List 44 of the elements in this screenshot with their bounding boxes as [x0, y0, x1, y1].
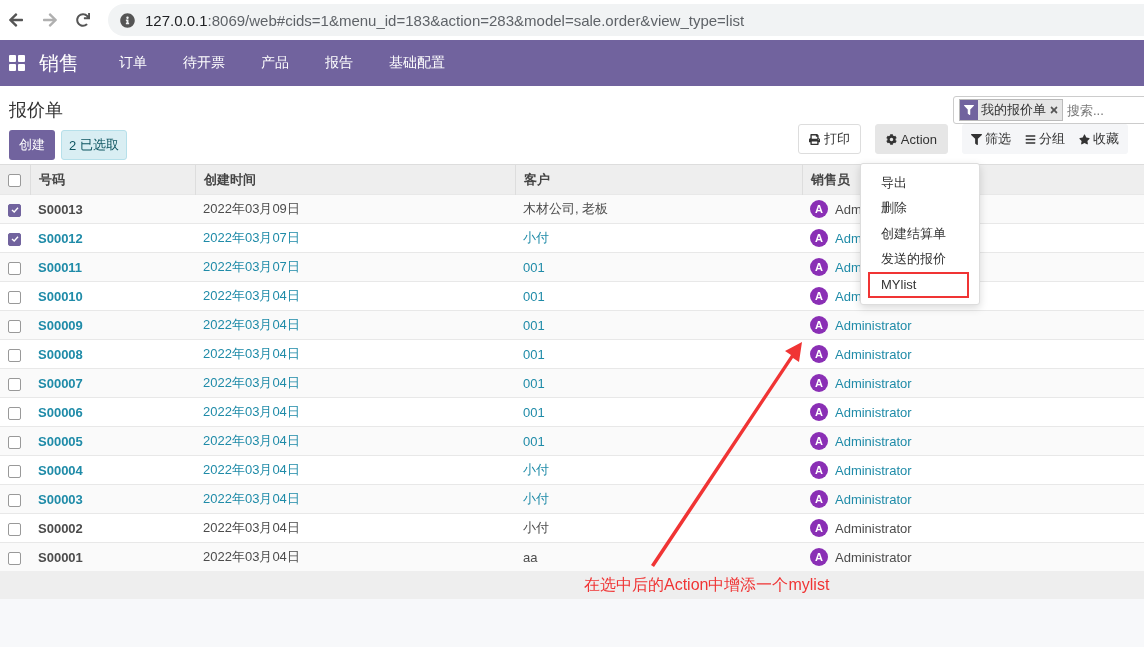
salesperson-name: Administrator: [835, 404, 912, 420]
customer-cell: 小付: [515, 223, 802, 253]
avatar: A: [810, 200, 828, 218]
url-host: 127.0.0.1: [145, 11, 208, 29]
date-cell: 2022年03月04日: [195, 513, 515, 543]
avatar: A: [810, 316, 828, 334]
salesperson-name: Administrator: [835, 346, 912, 362]
avatar: A: [810, 519, 828, 537]
date-cell: 2022年03月04日: [195, 426, 515, 456]
avatar: A: [810, 403, 828, 421]
customer-cell: 001: [515, 281, 802, 311]
customer-cell: 001: [515, 310, 802, 340]
avatar: A: [810, 432, 828, 450]
salesperson-name: Administrator: [835, 549, 912, 565]
avatar: A: [810, 229, 828, 247]
date-cell: 2022年03月04日: [195, 339, 515, 369]
date-cell: 2022年03月04日: [195, 455, 515, 485]
avatar: A: [810, 345, 828, 363]
date-cell: 2022年03月09日: [195, 194, 515, 224]
date-cell: 2022年03月07日: [195, 223, 515, 253]
date-cell: 2022年03月04日: [195, 310, 515, 340]
url-path: :8069/web#cids=1&menu_id=183&action=283&model=sale.order&view_type=list: [207, 11, 745, 29]
avatar: A: [810, 374, 828, 392]
date-cell: 2022年03月04日: [195, 397, 515, 427]
customer-cell: 001: [515, 252, 802, 282]
date-cell: 2022年03月04日: [195, 281, 515, 311]
avatar: A: [810, 461, 828, 479]
avatar: A: [810, 490, 828, 508]
selection-badge: 2 已选取: [61, 130, 128, 160]
salesperson-name: Administrator: [835, 317, 912, 333]
avatar: A: [810, 548, 828, 566]
avatar: A: [810, 258, 828, 276]
salesperson-name: Administrator: [835, 462, 912, 478]
annotation-note: 在选中后的Action中增添一个mylist: [584, 574, 830, 595]
customer-cell: 木材公司, 老板: [515, 194, 802, 224]
date-cell: 2022年03月07日: [195, 252, 515, 282]
salesperson-name: Administrator: [835, 520, 912, 536]
page-title: 报价单: [9, 99, 64, 122]
salesperson-name: Administrator: [835, 433, 912, 449]
avatar: A: [810, 287, 828, 305]
date-cell: 2022年03月04日: [195, 368, 515, 398]
salesperson-name: Administrator: [835, 491, 912, 507]
salesperson-name: Administrator: [835, 375, 912, 391]
date-cell: 2022年03月04日: [195, 484, 515, 514]
